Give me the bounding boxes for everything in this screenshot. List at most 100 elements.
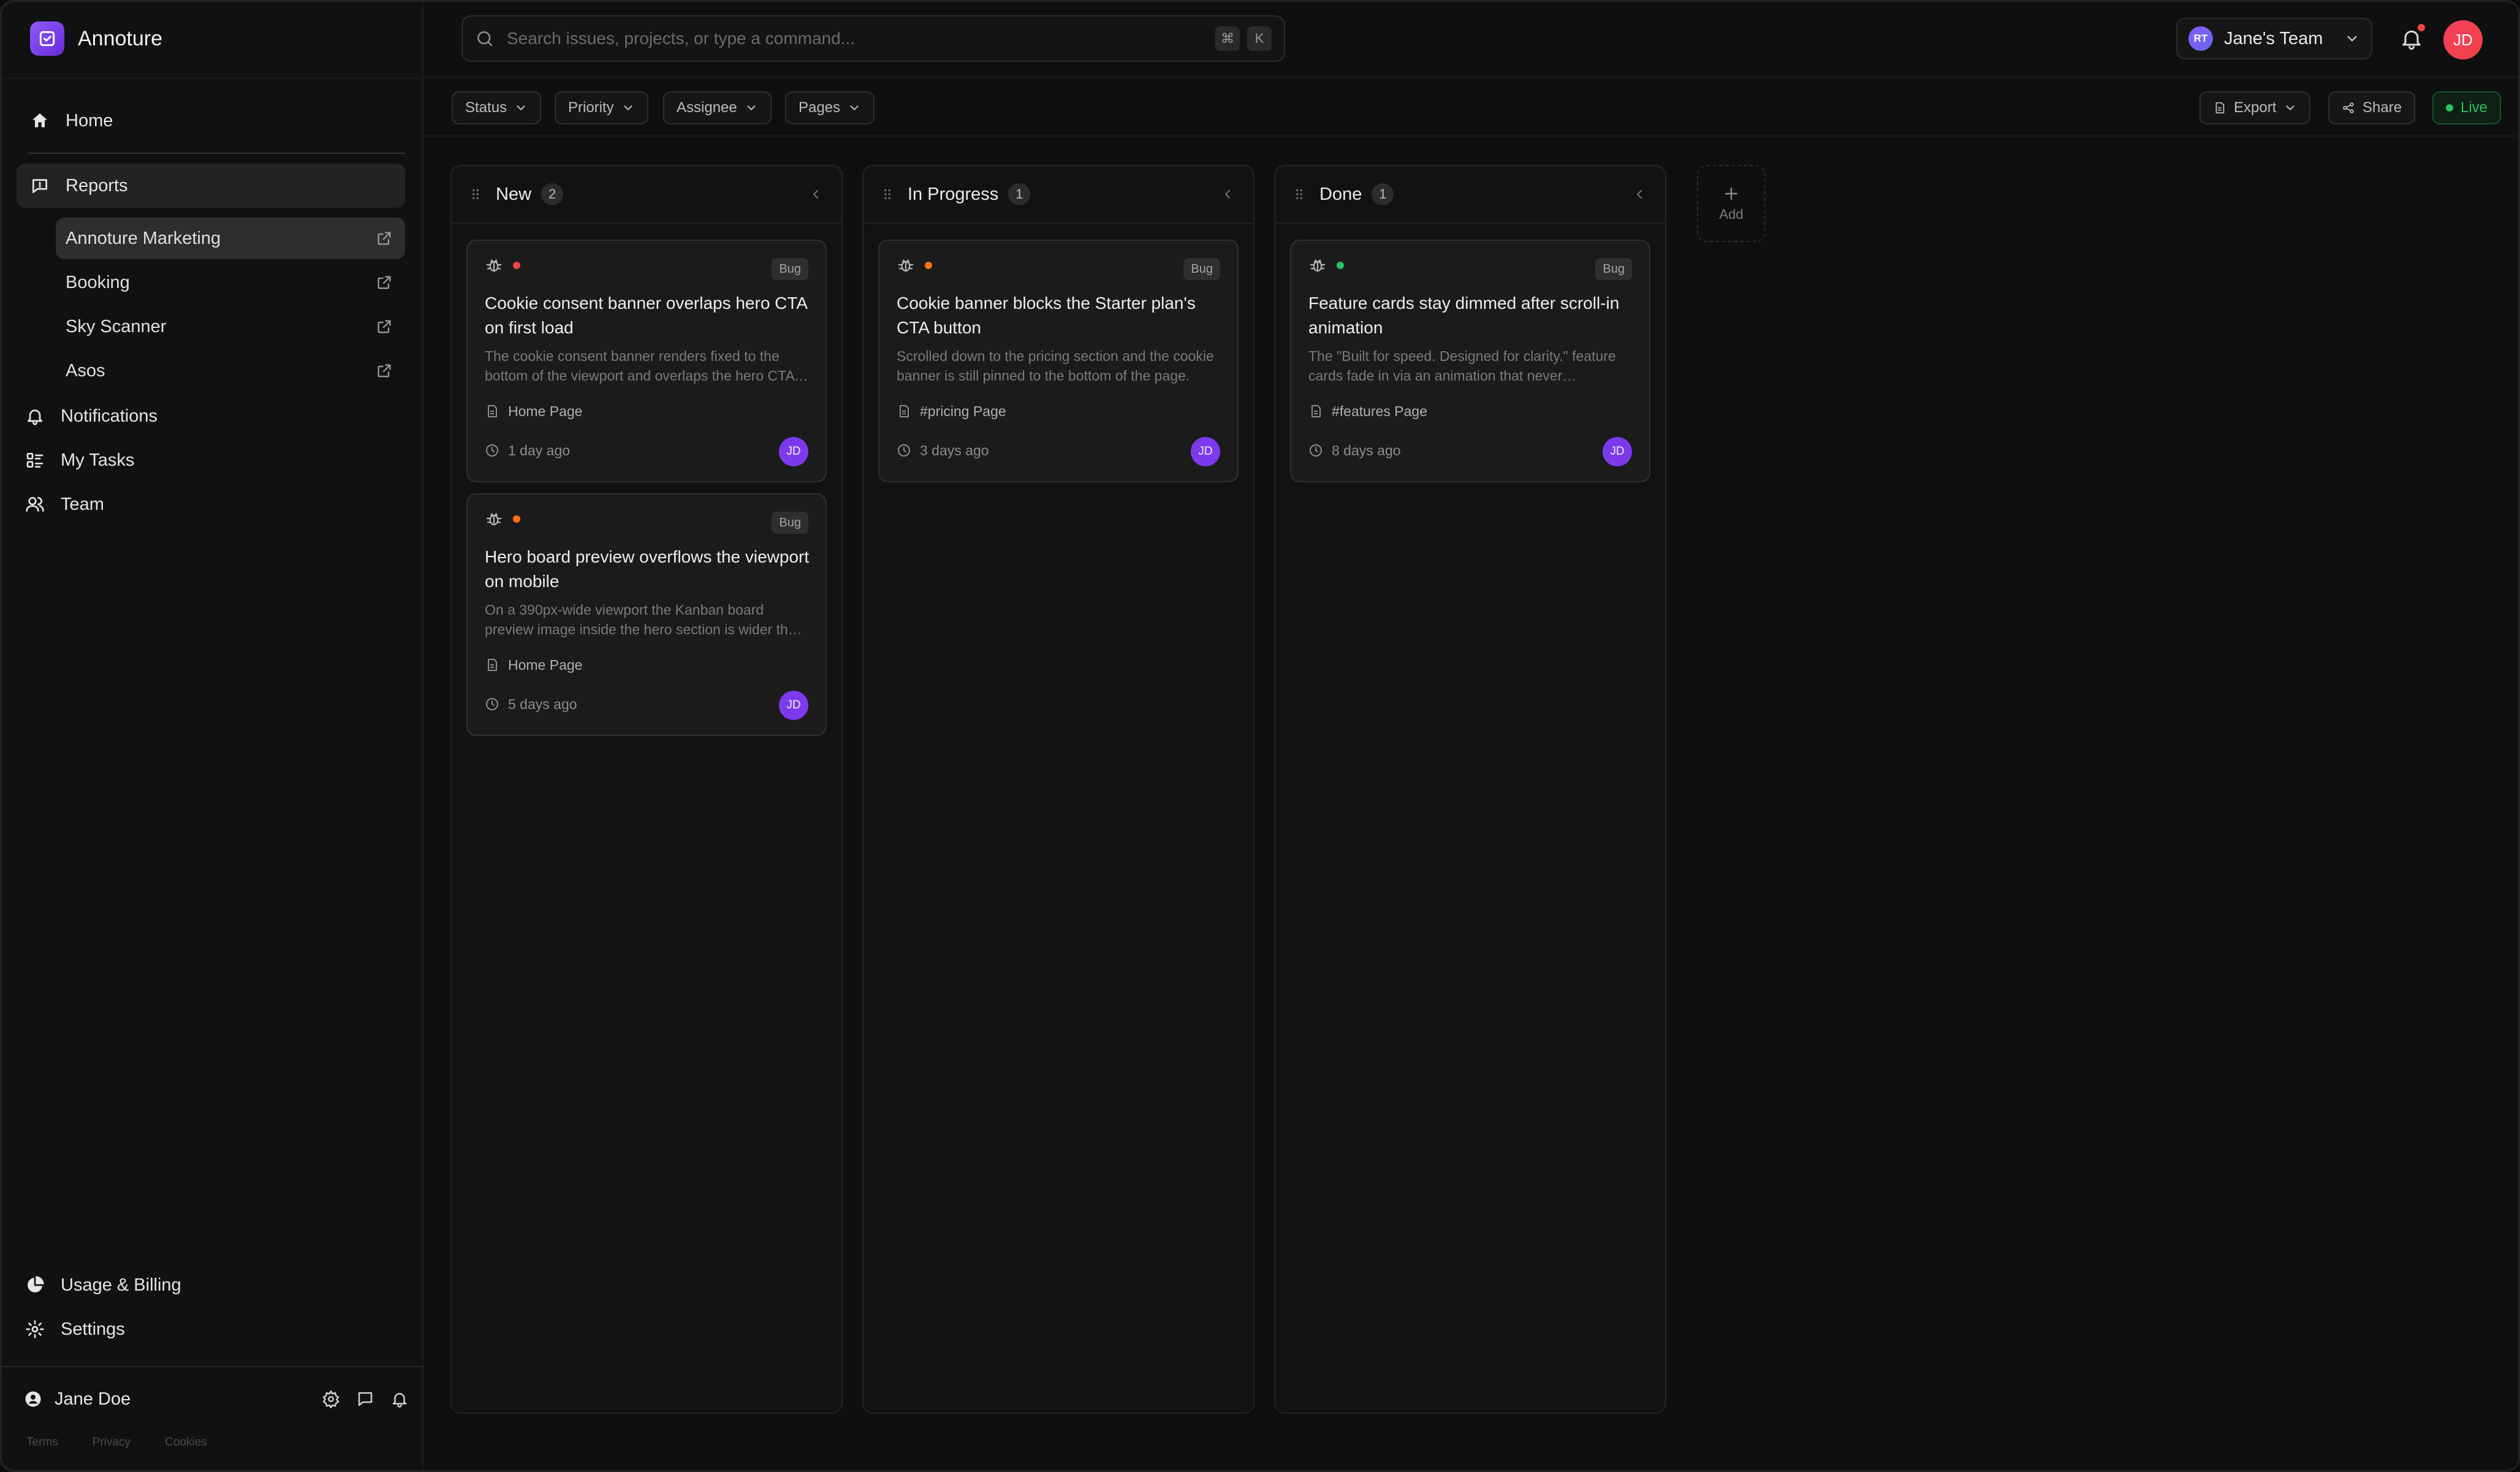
sidebar-item-team[interactable]: Team [12,482,400,526]
user-circle-icon [25,1391,41,1407]
brand[interactable]: Annoture [30,21,162,56]
priority-dot [1337,262,1344,269]
bug-icon [486,513,502,526]
cookies-link[interactable]: Cookies [165,1436,207,1449]
issue-page-label: #pricing Page [920,403,1006,419]
filter-label: Pages [799,99,841,116]
sidebar-item-notifications[interactable]: Notifications [12,394,400,438]
chevron-down-icon [747,105,756,110]
external-link-icon[interactable] [376,230,393,247]
export-button[interactable]: Export [2199,91,2311,124]
collapse-column-button[interactable] [1630,184,1649,204]
filter-label: Assignee [677,99,737,116]
assignee-avatar[interactable]: JD [1191,437,1220,466]
notifications-button[interactable] [2396,23,2427,55]
privacy-link[interactable]: Privacy [93,1436,131,1449]
user-settings-button[interactable] [321,1389,341,1409]
issue-description: Scrolled down to the pricing section and… [897,348,1214,384]
gear-icon [26,1320,44,1338]
terms-link[interactable]: Terms [26,1436,58,1449]
pie-chart-icon [28,1276,44,1292]
sidebar-item-label: Settings [61,1319,125,1339]
issue-time-label: 5 days ago [508,696,577,712]
collapse-column-button[interactable] [1218,184,1237,204]
sidebar-item-label: My Tasks [61,450,135,470]
priority-dot [513,515,520,523]
file-icon [900,405,909,417]
sidebar-item-reports[interactable]: Reports [17,164,405,208]
issue-timestamp: 3 days ago [897,439,989,461]
sidebar-item-label: Home [66,110,113,131]
filter-bar: Status Priority Assignee Pages Export Sh… [423,79,2518,137]
external-link-icon[interactable] [376,274,393,291]
feedback-button[interactable] [355,1389,376,1409]
assignee-avatar[interactable]: JD [1603,437,1632,466]
issue-type-tag: Bug [1183,258,1220,280]
issue-description: On a 390px-wide viewport the Kanban boar… [485,602,804,637]
drag-handle-icon[interactable] [879,186,895,202]
collapse-column-button[interactable] [806,184,825,204]
bell-icon [392,1393,407,1408]
issue-card[interactable]: Bug Cookie consent banner overlaps hero … [466,240,827,482]
sidebar-subitem-booking[interactable]: Booking [56,262,405,303]
chevron-down-icon [517,105,525,110]
sidebar-subitem-label: Booking [66,272,130,292]
issue-time-label: 8 days ago [1332,442,1401,458]
drag-handle-icon[interactable] [1291,186,1307,202]
sidebar-item-usage-billing[interactable]: Usage & Billing [12,1263,400,1307]
assignee-filter[interactable]: Assignee [663,91,772,124]
issue-timestamp: 8 days ago [1308,439,1401,461]
external-link-icon[interactable] [376,318,393,335]
sidebar-item-my-tasks[interactable]: My Tasks [12,438,400,482]
shortcut-mod-key: ⌘ [1215,26,1240,51]
drag-handle-icon[interactable] [468,186,484,202]
priority-filter[interactable]: Priority [555,91,648,124]
sidebar-item-settings[interactable]: Settings [12,1307,400,1351]
user-profile-row[interactable]: Jane Doe [24,1378,410,1420]
issue-card[interactable]: Bug Hero board preview overflows the vie… [466,493,827,736]
sidebar-subitem-asos[interactable]: Asos [56,350,405,392]
user-name: Jane Doe [55,1389,131,1409]
bell-icon [28,409,42,425]
sidebar-subitem-label: Annoture Marketing [66,228,221,248]
issue-card[interactable]: Bug Feature cards stay dimmed after scro… [1290,240,1650,482]
issue-time-label: 3 days ago [920,442,989,458]
nav-divider [29,153,405,154]
live-status-badge[interactable]: Live [2432,91,2502,124]
status-filter[interactable]: Status [452,91,542,124]
issue-page: #pricing Page [897,400,1006,422]
topbar: ⌘ K RT Jane's Team JD [423,2,2518,78]
sidebar-item-home[interactable]: Home [17,99,405,143]
filter-label: Status [465,99,507,116]
sidebar-subitem-label: Asos [66,360,105,381]
home-icon [32,113,47,127]
assignee-avatar[interactable]: JD [779,691,808,720]
file-icon [488,405,497,417]
sidebar-divider [2,78,423,79]
column-header: New 2 [452,166,841,224]
sidebar-item-label: Usage & Billing [61,1275,181,1295]
issue-time-label: 1 day ago [508,442,571,458]
sidebar-subitem-sky-scanner[interactable]: Sky Scanner [56,306,405,347]
user-notifications-button[interactable] [389,1389,410,1409]
search-input[interactable] [507,29,1208,48]
sidebar-subitem-annoture-marketing[interactable]: Annoture Marketing [56,218,405,259]
share-button[interactable]: Share [2328,91,2416,124]
sidebar-subitem-label: Sky Scanner [66,316,167,336]
priority-dot [513,262,520,269]
user-avatar[interactable]: JD [2443,20,2483,59]
chevron-down-icon [2286,105,2294,110]
search-bar[interactable]: ⌘ K [461,15,1285,62]
external-link-icon[interactable] [376,362,393,379]
issue-page: Home Page [485,400,582,422]
bug-icon [486,259,502,272]
issue-timestamp: 1 day ago [485,439,570,461]
team-switcher[interactable]: RT Jane's Team [2176,18,2372,59]
pages-filter[interactable]: Pages [785,91,875,124]
board-column-new: New 2 Bug Cookie consent banner overlaps… [450,165,843,1414]
issue-card[interactable]: Bug Cookie banner blocks the Starter pla… [878,240,1239,482]
assignee-avatar[interactable]: JD [779,437,808,466]
issue-page-label: Home Page [508,403,583,419]
add-column-button[interactable]: Add [1697,165,1766,242]
sidebar-divider [2,1366,423,1367]
